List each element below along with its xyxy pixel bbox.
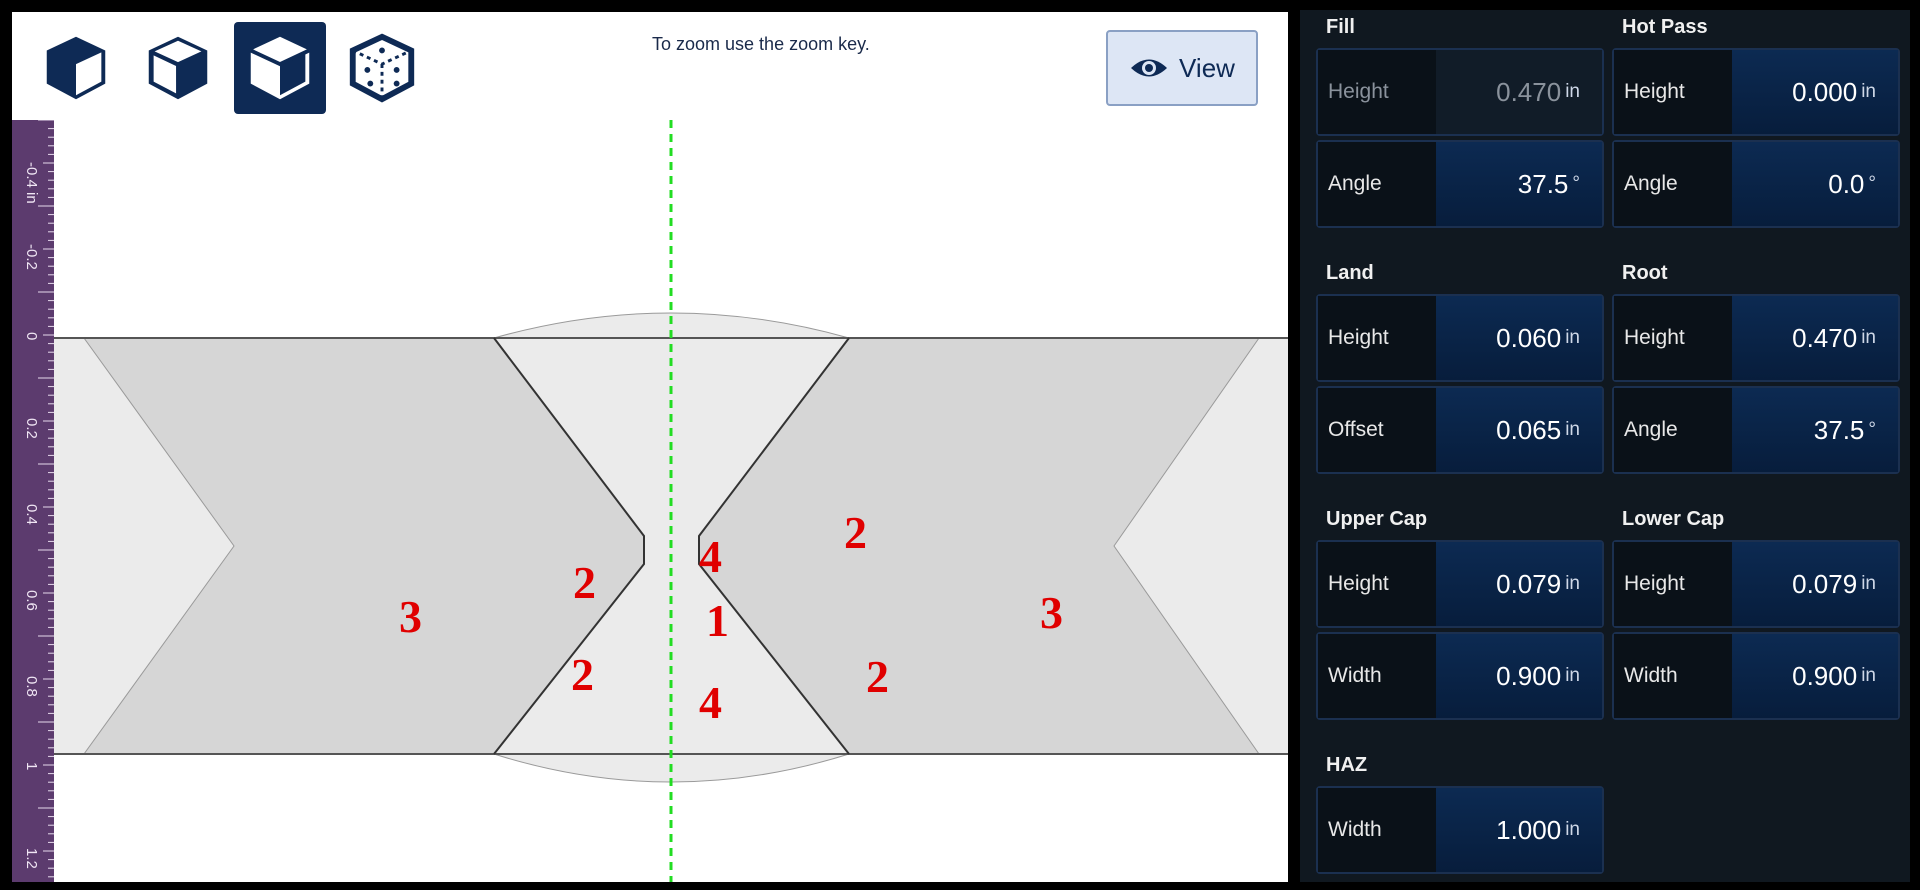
zone-label: 2 [573, 557, 596, 608]
field-label: Width [1614, 634, 1732, 718]
app-frame: To zoom use the zoom key. View -0.4 in -… [0, 0, 1920, 890]
field-value: 37.5 [1517, 168, 1569, 199]
land-offset-field[interactable]: Offset 0.065 in [1316, 386, 1604, 474]
upper-cap-group-title: Upper Cap [1326, 508, 1428, 530]
field-unit: in [1565, 327, 1580, 348]
field-unit: in [1565, 665, 1580, 686]
upper-cap-height-field[interactable]: Height 0.079 in [1316, 540, 1604, 628]
field-label: Height [1614, 542, 1732, 626]
view-button-label: View [1179, 52, 1235, 83]
zone-label: 1 [706, 595, 729, 646]
ruler-label: 1 [23, 762, 40, 771]
field-label: Height [1318, 542, 1436, 626]
fill-group-title: Fill [1326, 16, 1355, 38]
hot-pass-angle-field[interactable]: Angle 0.0 ° [1612, 140, 1900, 228]
zone-label: 2 [866, 651, 889, 702]
field-label: Height [1318, 50, 1436, 134]
field-value: 0.0 [1828, 168, 1865, 199]
field-value: 0.079 [1496, 568, 1562, 599]
hot-pass-height-field[interactable]: Height 0.000 in [1612, 48, 1900, 136]
fill-angle-field[interactable]: Angle 37.5 ° [1316, 140, 1604, 228]
land-height-field[interactable]: Height 0.060 in [1316, 294, 1604, 382]
field-value: 0.900 [1496, 660, 1562, 691]
field-value: 0.000 [1792, 76, 1858, 107]
lower-cap-height-field[interactable]: Height 0.079 in [1612, 540, 1900, 628]
fill-height-field[interactable]: Height 0.470 in [1316, 48, 1604, 136]
field-label: Angle [1614, 142, 1732, 226]
haz-width-field[interactable]: Width 1.000 in [1316, 786, 1604, 874]
field-label: Height [1614, 50, 1732, 134]
lower-cap-group-title: Lower Cap [1622, 508, 1725, 530]
field-label: Height [1318, 296, 1436, 380]
eye-icon [1131, 59, 1168, 77]
field-unit: in [1565, 819, 1580, 840]
root-height-field[interactable]: Height 0.470 in [1612, 294, 1900, 382]
weld-geometry [54, 120, 1288, 882]
field-unit: ° [1572, 173, 1580, 194]
field-unit: ° [1868, 419, 1876, 440]
haz-group-title: HAZ [1326, 754, 1368, 776]
ruler-label: 1.2 [23, 848, 40, 869]
zone-label: 3 [399, 591, 422, 642]
field-value: 0.470 [1792, 322, 1858, 353]
hot-pass-group-title: Hot Pass [1622, 16, 1708, 38]
zone-label: 4 [699, 531, 722, 582]
ruler-label: 0.4 [23, 504, 40, 525]
solid-cube-icon [46, 36, 106, 100]
shaded-cube-view-button[interactable] [132, 22, 224, 114]
field-unit: in [1565, 419, 1580, 440]
field-value: 0.060 [1496, 322, 1562, 353]
ruler-label: 0.6 [23, 590, 40, 611]
field-label: Angle [1614, 388, 1732, 472]
weld-cross-section[interactable]: 3 2 2 4 1 4 2 2 3 [54, 120, 1288, 882]
dotted-cube-icon [349, 33, 415, 103]
highlight-cube-view-button[interactable] [234, 22, 326, 114]
dotted-cube-view-button[interactable] [336, 22, 428, 114]
ruler-label: 0 [23, 332, 40, 341]
field-value: 0.079 [1792, 568, 1858, 599]
zone-label: 4 [699, 677, 722, 728]
field-value: 0.470 [1496, 76, 1562, 107]
lower-cap-width-field[interactable]: Width 0.900 in [1612, 632, 1900, 720]
field-label: Offset [1318, 388, 1436, 472]
highlight-cube-icon [249, 36, 311, 100]
ruler-label: -0.4 in [23, 162, 40, 204]
field-value: 0.900 [1792, 660, 1858, 691]
field-label: Width [1318, 788, 1436, 872]
field-value: 0.065 [1496, 414, 1562, 445]
field-value: 1.000 [1496, 814, 1562, 845]
field-value: 37.5 [1813, 414, 1865, 445]
vertical-ruler[interactable]: -0.4 in -0.2 0 0.2 0.4 0.6 0.8 1 1.2 [12, 120, 54, 882]
field-label: Height [1614, 296, 1732, 380]
root-angle-field[interactable]: Angle 37.5 ° [1612, 386, 1900, 474]
field-unit: in [1861, 665, 1876, 686]
zone-label: 2 [844, 507, 867, 558]
weld-viewer: To zoom use the zoom key. View -0.4 in -… [12, 12, 1288, 882]
zone-label: 2 [571, 649, 594, 700]
ruler-label: 0.8 [23, 676, 40, 697]
zoom-hint: To zoom use the zoom key. [652, 34, 870, 54]
ruler-label: -0.2 [23, 244, 40, 270]
upper-cap-width-field[interactable]: Width 0.900 in [1316, 632, 1604, 720]
root-group-title: Root [1622, 262, 1668, 284]
view-button[interactable]: View [1106, 30, 1258, 106]
land-group-title: Land [1326, 262, 1374, 284]
field-unit: in [1861, 573, 1876, 594]
solid-cube-view-button[interactable] [30, 22, 122, 114]
field-unit: in [1861, 81, 1876, 102]
field-label: Angle [1318, 142, 1436, 226]
weld-parameters-panel: Fill Height 0.470 in Angle 37.5 ° Hot Pass… [1300, 10, 1910, 882]
zone-label: 3 [1040, 587, 1063, 638]
field-unit: ° [1868, 173, 1876, 194]
field-label: Width [1318, 634, 1436, 718]
ruler-label: 0.2 [23, 418, 40, 439]
field-unit: in [1861, 327, 1876, 348]
field-unit: in [1565, 81, 1580, 102]
shaded-cube-icon [148, 36, 208, 100]
field-unit: in [1565, 573, 1580, 594]
